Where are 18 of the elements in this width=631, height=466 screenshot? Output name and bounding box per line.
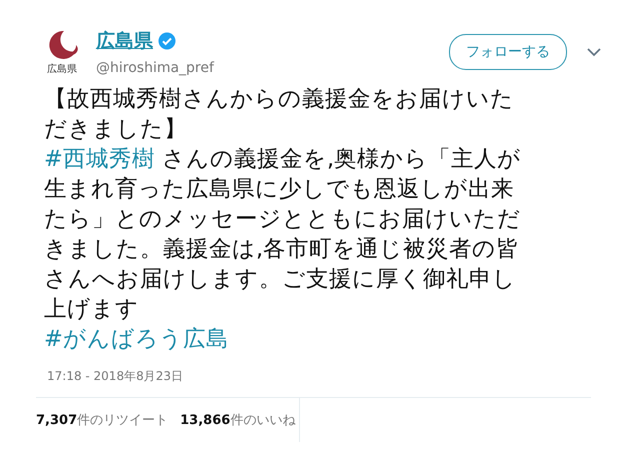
chevron-down-icon[interactable]	[587, 48, 601, 56]
tweet-text-line: さんの義援金を,奥様から「主人が	[161, 146, 522, 172]
tweet-text-line: だきました】	[44, 116, 187, 142]
follow-button[interactable]: フォローする	[449, 34, 567, 70]
account-name[interactable]: 広島県	[96, 28, 153, 54]
tweet-text-line: きました。義援金は,各市町を通じ被災者の皆	[44, 236, 520, 262]
hashtag-link[interactable]: #がんばろう広島	[44, 326, 229, 352]
tweet-text-line: 【故西城秀樹さんからの義援金をお届けいた	[44, 86, 514, 112]
tweet-text-line: 上げます	[44, 296, 139, 322]
stat-count[interactable]: 13,866件のいいね	[180, 411, 296, 429]
tweet-text-line: たら」とのメッセージとともにお届けいただ	[44, 206, 521, 232]
stat-count[interactable]: 7,307件のリツイート	[36, 411, 168, 429]
hashtag-link[interactable]: #西城秀樹	[44, 146, 155, 172]
logo-caption: 広島県	[47, 62, 77, 76]
tweet-text-line: さんへお届けします。ご支援に厚く御礼申し	[44, 266, 516, 292]
tweet-timestamp: 17:18 - 2018年8月23日	[47, 368, 184, 385]
tweet-text-line: 生まれ育った広島県に少しでも恩返しが出来	[44, 176, 514, 202]
account-handle: @hiroshima_pref	[96, 60, 214, 76]
